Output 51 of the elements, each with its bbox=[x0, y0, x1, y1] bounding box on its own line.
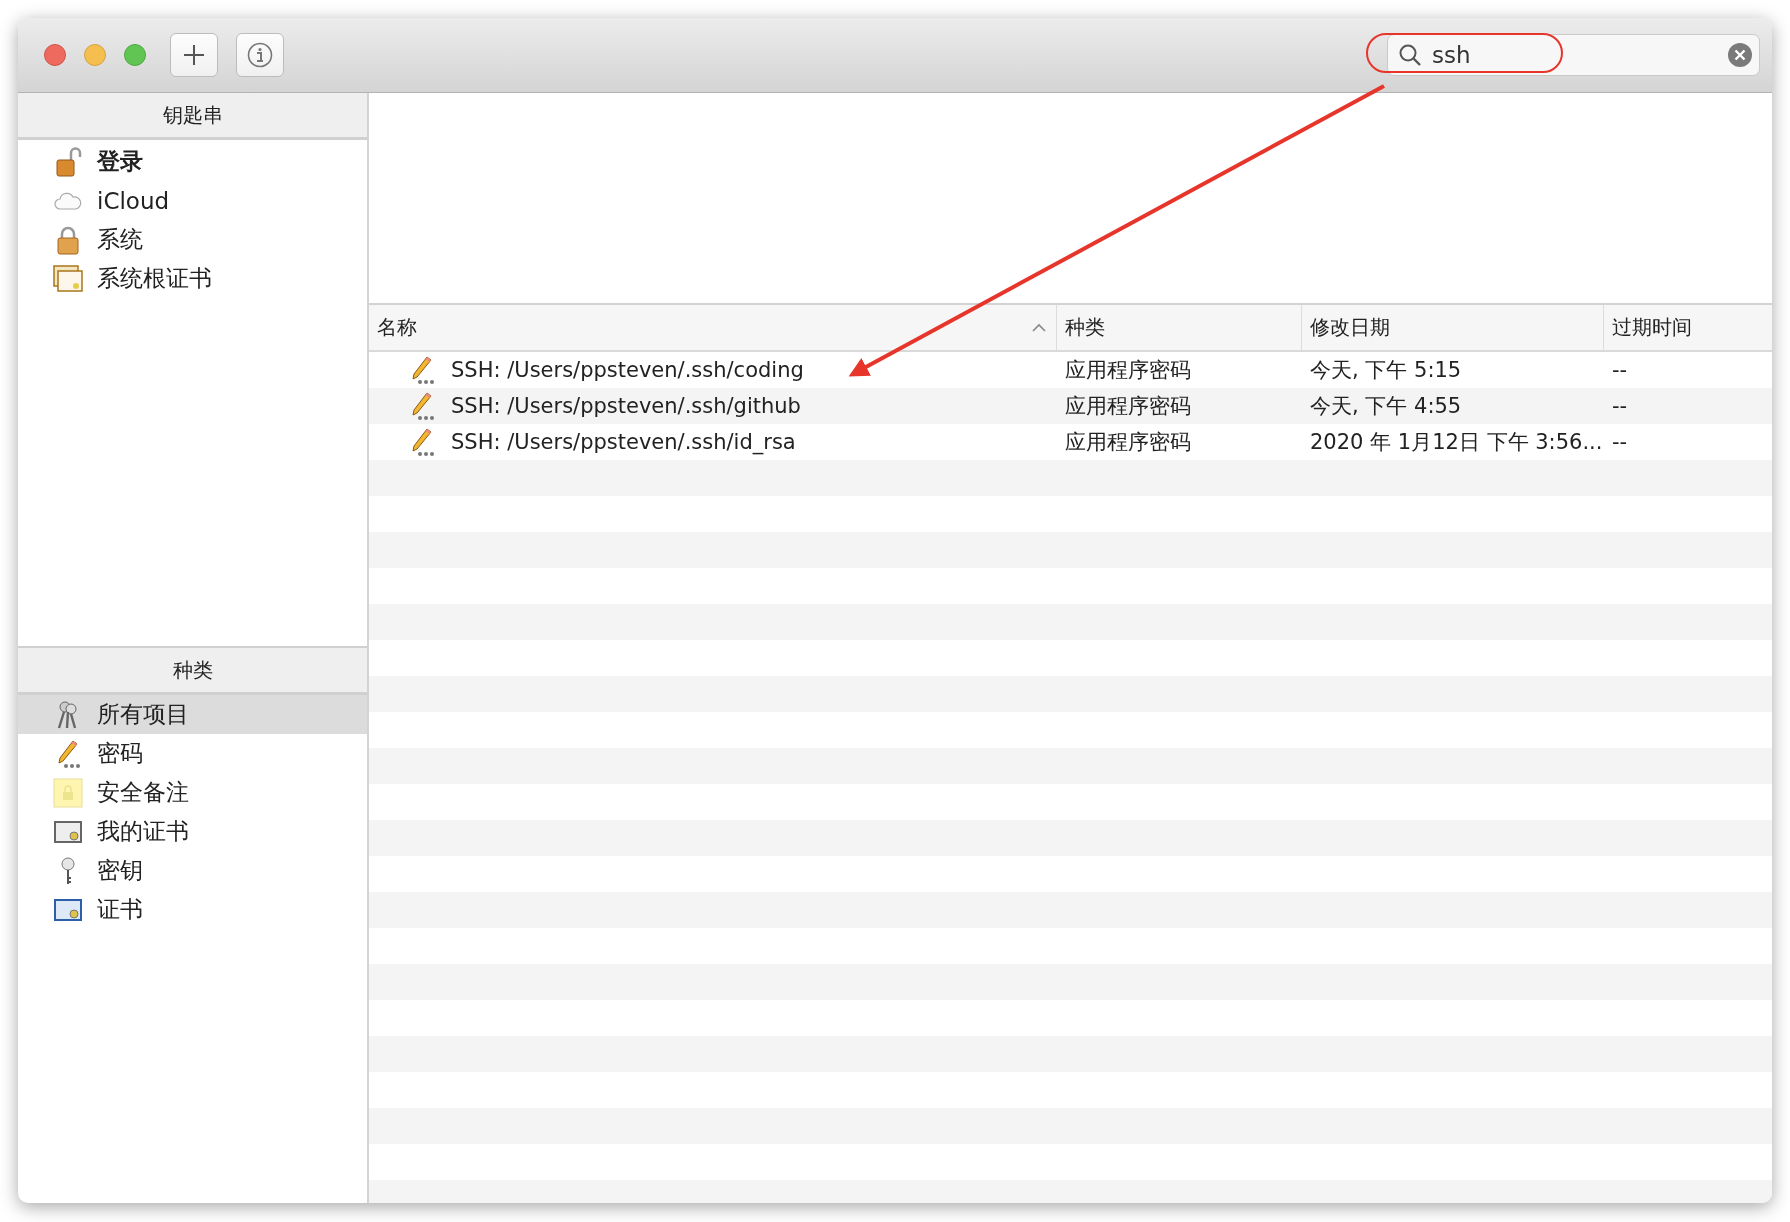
zoom-button[interactable] bbox=[124, 44, 146, 66]
category-item[interactable]: 密码 bbox=[18, 734, 367, 773]
table-cell-text: 应用程序密码 bbox=[1064, 393, 1192, 420]
column-header[interactable]: 种类 bbox=[1057, 305, 1302, 350]
column-header[interactable]: 过期时间 bbox=[1604, 305, 1772, 350]
keychain-item[interactable]: 系统 bbox=[18, 220, 367, 259]
keychain-label: 系统根证书 bbox=[97, 264, 212, 293]
item-name: SSH: /Users/ppsteven/.ssh/github bbox=[451, 394, 801, 418]
category-item[interactable]: 所有项目 bbox=[18, 695, 367, 734]
table-cell-text: -- bbox=[1611, 394, 1629, 418]
keychain-label: 登录 bbox=[97, 147, 143, 176]
table-cell-text: -- bbox=[1611, 430, 1629, 454]
category-item[interactable]: 安全备注 bbox=[18, 773, 367, 812]
category-item[interactable]: 密钥 bbox=[18, 851, 367, 890]
section-title: 钥匙串 bbox=[162, 101, 223, 129]
item-name: SSH: /Users/ppsteven/.ssh/coding bbox=[451, 358, 804, 382]
category-label: 证书 bbox=[97, 895, 143, 924]
section-title: 种类 bbox=[172, 656, 213, 684]
keychain-item[interactable]: 登录 bbox=[18, 142, 367, 181]
keychain-label: iCloud bbox=[97, 187, 170, 214]
keychain-item[interactable]: 系统根证书 bbox=[18, 259, 367, 298]
search-icon bbox=[1398, 43, 1422, 67]
search-field[interactable]: ssh bbox=[1387, 34, 1760, 76]
category-item[interactable]: 证书 bbox=[18, 890, 367, 929]
info-button[interactable] bbox=[236, 33, 284, 77]
column-header[interactable]: 修改日期 bbox=[1302, 305, 1604, 350]
clear-icon[interactable] bbox=[1727, 42, 1753, 68]
category-item[interactable]: 我的证书 bbox=[18, 812, 367, 851]
category-label: 安全备注 bbox=[97, 778, 189, 807]
table-cell-text: 今天, 下午 5:15 bbox=[1309, 357, 1463, 384]
sort-ascending-icon bbox=[1032, 323, 1046, 332]
category-label: 所有项目 bbox=[97, 700, 189, 729]
add-button[interactable] bbox=[170, 33, 218, 77]
keychain-item[interactable]: iCloud bbox=[18, 181, 367, 220]
info-icon bbox=[247, 42, 273, 68]
item-name: SSH: /Users/ppsteven/.ssh/id_rsa bbox=[451, 430, 796, 454]
keychain-label: 系统 bbox=[97, 225, 143, 254]
table-cell-text: 应用程序密码 bbox=[1064, 357, 1192, 384]
open-padlock-icon bbox=[53, 146, 83, 177]
table-cell-text: 今天, 下午 4:55 bbox=[1309, 393, 1463, 420]
close-button[interactable] bbox=[44, 44, 66, 66]
table-cell-text: 应用程序密码 bbox=[1064, 429, 1192, 456]
table-cell-text: 2020 年 1月12日 下午 3:56... bbox=[1309, 429, 1604, 456]
table-cell-text: -- bbox=[1611, 358, 1629, 382]
category-label: 密钥 bbox=[97, 856, 143, 885]
plus-icon bbox=[183, 44, 205, 66]
category-label: 我的证书 bbox=[97, 817, 189, 846]
certificate-stack-icon bbox=[53, 263, 83, 294]
category-label: 密码 bbox=[97, 739, 143, 768]
note-icon bbox=[53, 777, 83, 808]
column-header[interactable]: 名称 bbox=[369, 305, 1057, 350]
